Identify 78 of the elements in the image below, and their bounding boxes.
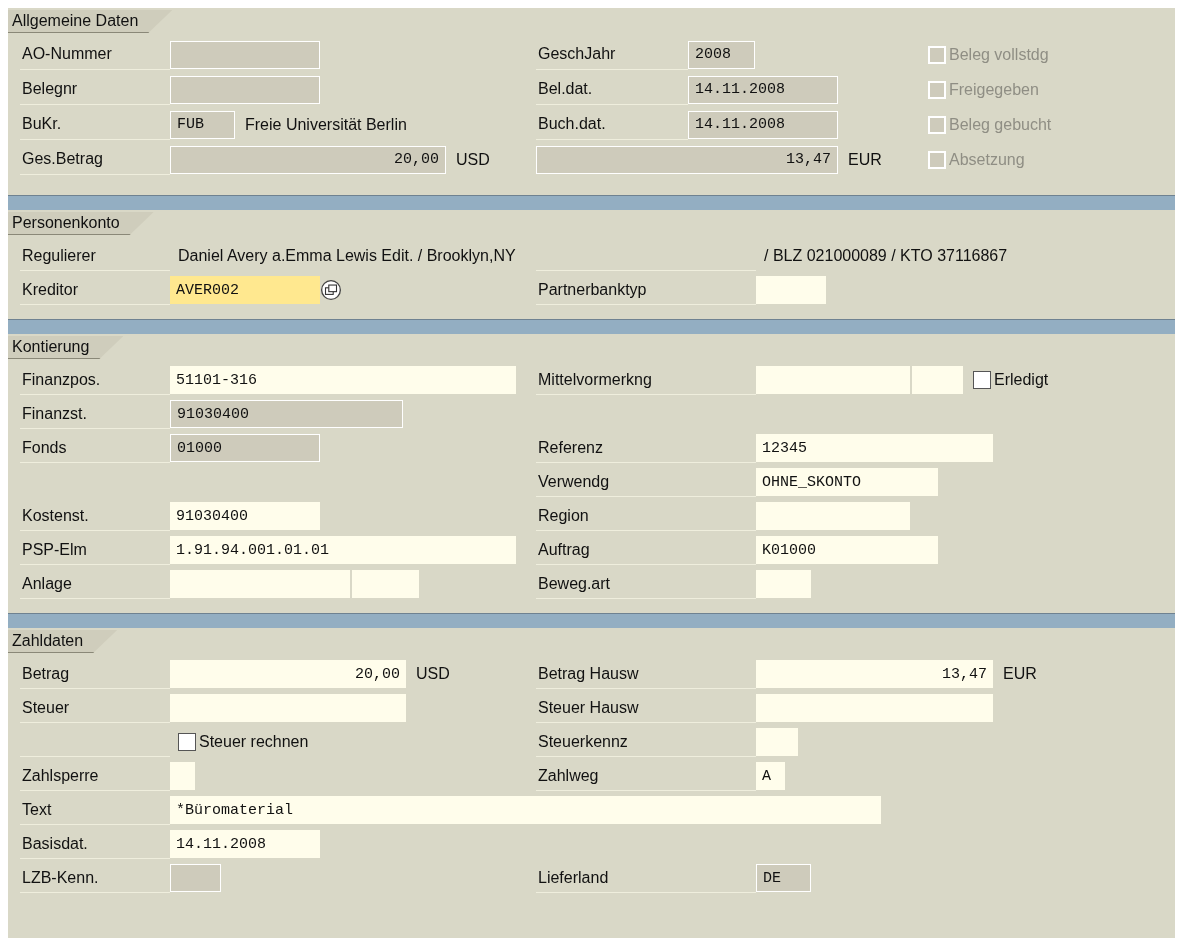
currency-text: EUR <box>1003 665 1037 683</box>
field-label: Steuer <box>22 698 70 717</box>
input-field[interactable]: 12345 <box>756 434 993 462</box>
input-field[interactable] <box>756 502 910 530</box>
input-field[interactable]: 14.11.2008 <box>170 830 320 858</box>
field-label: Auftrag <box>538 540 590 559</box>
field-label: Basisdat. <box>22 834 88 853</box>
input-field[interactable] <box>756 276 826 304</box>
currency-text: EUR <box>848 150 882 169</box>
input-field[interactable] <box>756 694 993 722</box>
field-label: Finanzst. <box>22 404 87 423</box>
field-label: PSP-Elm <box>22 540 87 559</box>
input-field[interactable] <box>170 762 195 790</box>
currency-text: USD <box>416 665 450 683</box>
input-field[interactable]: 20,00 <box>170 145 446 174</box>
input-field[interactable]: AVER002 <box>170 276 320 304</box>
input-field[interactable] <box>756 570 811 598</box>
field-label: Referenz <box>538 438 603 457</box>
field-label: Finanzpos. <box>22 370 101 389</box>
currency-text: USD <box>456 150 490 169</box>
input-field[interactable] <box>756 728 798 756</box>
field-text: / BLZ 021000089 / KTO 37116867 <box>764 247 1008 265</box>
field-label: AO-Nummer <box>22 45 112 63</box>
field-text: Freie Universität Berlin <box>245 115 407 134</box>
input-field[interactable] <box>756 366 910 394</box>
field-label: GeschJahr <box>538 45 616 63</box>
checkbox[interactable]: Erledigt <box>973 371 1049 389</box>
input-field[interactable] <box>170 40 320 69</box>
field-label: Verwendg <box>538 472 610 491</box>
input-field[interactable]: *Büromaterial <box>170 796 881 824</box>
input-field[interactable]: A <box>756 762 785 790</box>
value-help-button[interactable] <box>320 279 342 301</box>
field-label: Ges.Betrag <box>22 150 103 168</box>
field-label: Region <box>538 506 589 525</box>
field-label: Regulierer <box>22 246 96 265</box>
field-label: LZB-Kenn. <box>22 868 99 887</box>
input-field[interactable]: 01000 <box>170 434 320 462</box>
field-label: Betrag <box>22 664 70 683</box>
checkbox[interactable]: Steuer rechnen <box>178 733 309 751</box>
field-label: Steuerkennz <box>538 732 628 751</box>
field-label: Bel.dat. <box>538 80 593 98</box>
input-field[interactable] <box>912 366 963 394</box>
field-label: Belegnr <box>22 80 78 98</box>
field-label: Zahlsperre <box>22 766 99 785</box>
input-field[interactable]: 2008 <box>688 40 755 69</box>
field-label: Kostenst. <box>22 506 89 525</box>
field-label: Lieferland <box>538 868 609 887</box>
field-label: BuKr. <box>22 115 62 133</box>
input-field[interactable]: 1.91.94.001.01.01 <box>170 536 516 564</box>
input-field[interactable]: 14.11.2008 <box>688 110 838 139</box>
input-field[interactable]: 20,00 <box>170 660 406 688</box>
field-label: Betrag Hausw <box>538 664 639 683</box>
field-label: Beweg.art <box>538 574 611 593</box>
field-label: Text <box>22 800 52 819</box>
input-field[interactable] <box>170 75 320 104</box>
field-label: Zahlweg <box>538 766 599 785</box>
input-field[interactable]: 14.11.2008 <box>688 75 838 104</box>
input-field[interactable]: OHNE_SKONTO <box>756 468 938 496</box>
field-label: Mittelvormerkng <box>538 370 652 389</box>
input-field[interactable] <box>170 864 221 892</box>
input-field[interactable]: DE <box>756 864 811 892</box>
field-label: Anlage <box>22 574 72 593</box>
field-text: Daniel Avery a.Emma Lewis Edit. / Brooklyn,NY <box>178 247 516 265</box>
field-label: Steuer Hausw <box>538 698 639 717</box>
field-label: Fonds <box>22 438 67 457</box>
input-field[interactable]: 91030400 <box>170 400 403 428</box>
field-label: Partnerbanktyp <box>538 280 647 299</box>
input-field[interactable] <box>352 570 419 598</box>
input-field[interactable]: 91030400 <box>170 502 320 530</box>
input-field[interactable]: 51101-316 <box>170 366 516 394</box>
input-field[interactable]: 13,47 <box>756 660 993 688</box>
input-field[interactable] <box>170 694 406 722</box>
field-label: Buch.dat. <box>538 115 606 133</box>
field-label: Kreditor <box>22 280 79 299</box>
input-field[interactable]: K01000 <box>756 536 938 564</box>
input-field[interactable] <box>170 570 350 598</box>
input-field[interactable]: 13,47 <box>536 145 838 174</box>
input-field[interactable]: FUB <box>170 110 235 139</box>
